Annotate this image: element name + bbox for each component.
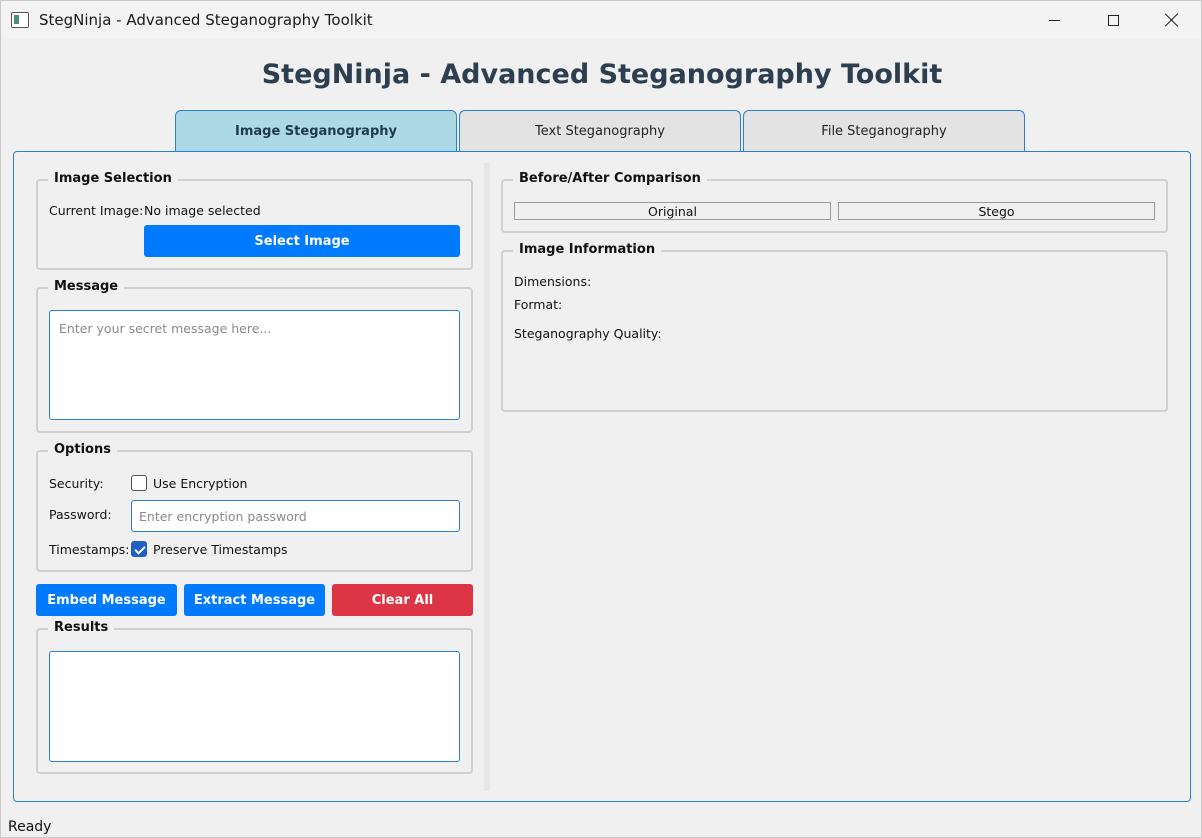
window-title: StegNinja - Advanced Steganography Toolk… <box>39 11 373 29</box>
use-encryption-label[interactable]: Use Encryption <box>153 476 247 491</box>
clear-all-button[interactable]: Clear All <box>332 584 473 616</box>
close-icon <box>1165 13 1179 27</box>
message-title: Message <box>48 279 125 294</box>
select-image-button[interactable]: Select Image <box>144 225 460 257</box>
maximize-icon <box>1107 14 1119 26</box>
image-information-title: Image Information <box>513 242 662 257</box>
minimize-button[interactable] <box>1025 1 1083 39</box>
embed-message-button[interactable]: Embed Message <box>36 584 177 616</box>
use-encryption-checkbox[interactable] <box>131 475 147 491</box>
title-bar[interactable]: StegNinja - Advanced Steganography Toolk… <box>1 1 1201 39</box>
message-textarea[interactable]: Enter your secret message here... <box>49 310 460 420</box>
results-textarea[interactable] <box>49 651 460 762</box>
current-image-value: No image selected <box>144 203 261 218</box>
password-label: Password: <box>49 507 112 522</box>
splitter-handle[interactable] <box>484 163 490 791</box>
comparison-title: Before/After Comparison <box>513 171 707 186</box>
stego-image-preview: Stego <box>838 202 1155 220</box>
tab-file-steganography[interactable]: File Steganography <box>743 110 1025 152</box>
extract-message-button[interactable]: Extract Message <box>184 584 325 616</box>
options-title: Options <box>48 442 117 457</box>
current-image-label: Current Image: <box>49 203 144 218</box>
timestamps-label: Timestamps: <box>49 542 130 557</box>
maximize-button[interactable] <box>1084 1 1142 39</box>
tab-text-steganography[interactable]: Text Steganography <box>459 110 741 152</box>
status-bar-text: Ready <box>8 819 52 835</box>
results-title: Results <box>48 620 115 635</box>
minimize-icon <box>1048 19 1060 21</box>
app-icon <box>11 12 29 28</box>
close-button[interactable] <box>1143 1 1201 39</box>
tab-image-steganography[interactable]: Image Steganography <box>175 110 457 152</box>
security-label: Security: <box>49 476 104 491</box>
app-window: StegNinja - Advanced Steganography Toolk… <box>0 0 1202 838</box>
original-image-preview: Original <box>514 202 831 220</box>
image-selection-title: Image Selection <box>48 171 178 186</box>
dimensions-label: Dimensions: <box>514 274 592 289</box>
password-input[interactable]: Enter encryption password <box>131 500 460 532</box>
preserve-timestamps-checkbox[interactable] <box>131 541 147 557</box>
preserve-timestamps-label[interactable]: Preserve Timestamps <box>153 542 288 557</box>
format-label: Format: <box>514 297 563 312</box>
page-title: StegNinja - Advanced Steganography Toolk… <box>261 59 943 90</box>
steganography-quality-label: Steganography Quality: <box>514 326 662 341</box>
